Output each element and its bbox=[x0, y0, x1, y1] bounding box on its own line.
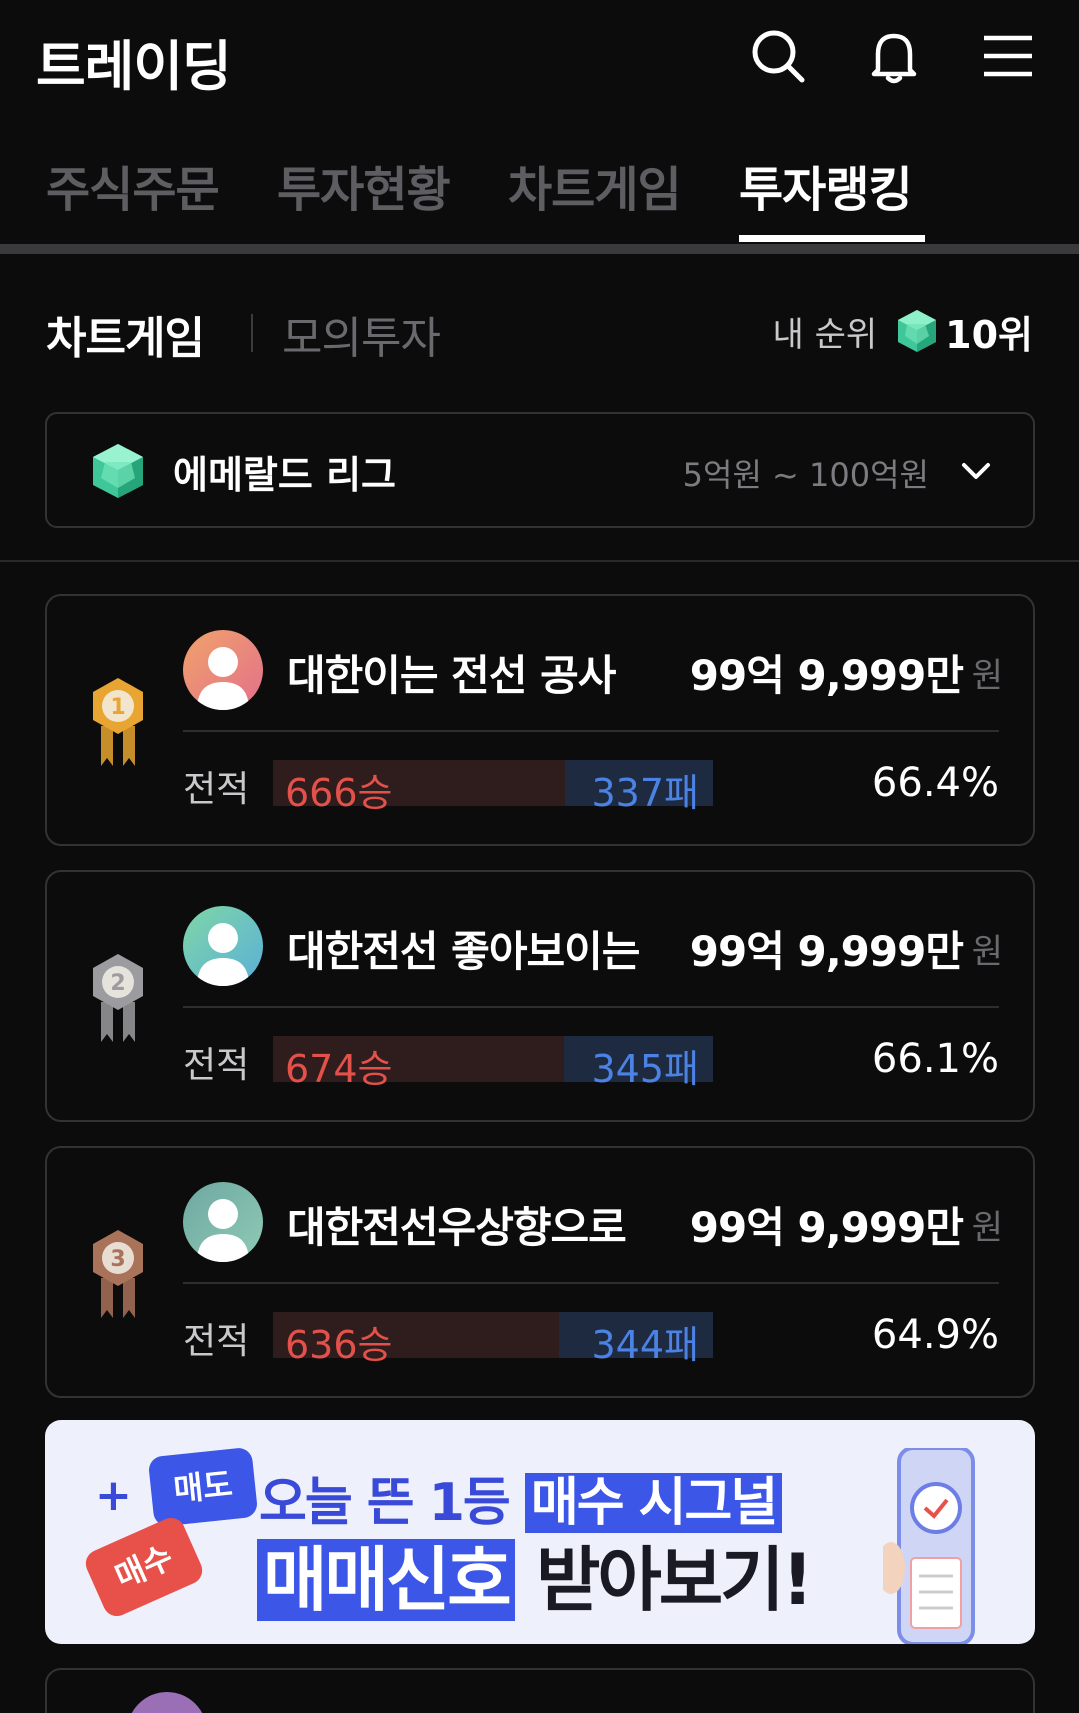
my-rank-label: 내 순위 bbox=[772, 314, 878, 355]
win-rate: 64.9% bbox=[871, 1312, 999, 1358]
bell-icon[interactable] bbox=[864, 26, 924, 86]
buy-bubble: 매수 bbox=[81, 1513, 207, 1621]
sell-bubble: 매도 bbox=[147, 1446, 259, 1528]
win-segment: 674승 bbox=[273, 1036, 564, 1091]
menu-icon[interactable] bbox=[978, 26, 1038, 86]
ranking-card[interactable]: 3 대한전선우상향으로 99억 9,999만 원전적 636승 344패 64.9% bbox=[45, 1146, 1035, 1398]
wins-count: 674승 bbox=[285, 1047, 393, 1091]
wins-count: 636승 bbox=[285, 1323, 393, 1367]
tab-stock-order[interactable]: 주식주문 bbox=[46, 150, 220, 220]
loss-segment: 337패 bbox=[565, 760, 713, 815]
section-divider bbox=[0, 560, 1079, 562]
losses-count: 345패 bbox=[591, 1047, 700, 1091]
league-name: 에메랄드 리그 bbox=[173, 453, 396, 497]
record-label: 전적 bbox=[183, 1045, 250, 1086]
losses-count: 337패 bbox=[591, 771, 700, 815]
plus-icon: + bbox=[95, 1470, 132, 1521]
active-tab-indicator bbox=[739, 235, 925, 242]
tab-investment-status[interactable]: 투자현황 bbox=[277, 150, 451, 220]
avatar bbox=[183, 906, 263, 986]
rank-medal-icon: 1 bbox=[93, 678, 143, 766]
asset-amount: 99억 9,999만 bbox=[689, 1203, 964, 1252]
avatar bbox=[183, 1182, 263, 1262]
avatar bbox=[183, 630, 263, 710]
subtab-mock-investment[interactable]: 모의투자 bbox=[282, 302, 441, 366]
avatar bbox=[127, 1692, 207, 1713]
banner-line2-suffix: 받아보기! bbox=[514, 1539, 814, 1621]
nickname: 대한전선 좋아보이는 bbox=[287, 927, 640, 976]
subtab-chart-game[interactable]: 차트게임 bbox=[46, 302, 205, 366]
sub-tabs: 차트게임 모의투자 내 순위 10위 bbox=[0, 290, 1079, 370]
my-rank-value: 10위 bbox=[945, 312, 1033, 357]
emerald-gem-icon bbox=[898, 310, 937, 352]
league-range: 5억원 ~ 100억원 bbox=[682, 456, 929, 494]
record-label: 전적 bbox=[183, 769, 250, 810]
app-header: 트레이딩 bbox=[0, 0, 1079, 120]
ranking-card[interactable]: 1 대한이는 전선 공사 99억 9,999만 원전적 666승 337패 66.4% bbox=[45, 594, 1035, 846]
nickname: 대한전선우상향으로 bbox=[287, 1203, 627, 1252]
win-loss-bar: 666승 337패 bbox=[273, 760, 713, 815]
loss-segment: 345패 bbox=[564, 1036, 713, 1091]
tabs-divider bbox=[0, 244, 1079, 254]
search-icon[interactable] bbox=[748, 26, 808, 86]
nickname: 대한이는 전선 공사 bbox=[287, 651, 616, 700]
rank-number: 1 bbox=[110, 695, 125, 720]
main-tabs: 주식주문 투자현황 차트게임 투자랭킹 bbox=[0, 130, 1079, 242]
page-title: 트레이딩 bbox=[36, 35, 232, 98]
card-divider bbox=[183, 730, 999, 732]
rank-number: 3 bbox=[110, 1247, 125, 1272]
record-label: 전적 bbox=[183, 1321, 250, 1362]
ranking-card[interactable]: 2 대한전선 좋아보이는 99억 9,999만 원전적 674승 345패 66.1% bbox=[45, 870, 1035, 1122]
rank-medal-icon: 2 bbox=[93, 954, 143, 1042]
currency-unit: 원 bbox=[971, 656, 1003, 696]
subtab-divider bbox=[251, 314, 253, 352]
card-divider bbox=[183, 1282, 999, 1284]
wins-count: 666승 bbox=[285, 771, 393, 815]
win-segment: 666승 bbox=[273, 760, 565, 815]
losses-count: 344패 bbox=[591, 1323, 700, 1367]
asset-amount: 99억 9,999만 bbox=[689, 927, 964, 976]
asset-amount: 99억 9,999만 bbox=[689, 651, 964, 700]
tab-investment-ranking[interactable]: 투자랭킹 bbox=[739, 150, 913, 220]
chevron-down-icon bbox=[962, 463, 990, 479]
win-rate: 66.4% bbox=[871, 760, 999, 806]
ranking-card-partial[interactable] bbox=[45, 1668, 1035, 1713]
tab-chart-game[interactable]: 차트게임 bbox=[508, 150, 682, 220]
card-divider bbox=[183, 1006, 999, 1008]
banner-line2-highlight: 매매신호 bbox=[257, 1539, 515, 1621]
win-loss-bar: 674승 345패 bbox=[273, 1036, 713, 1091]
loss-segment: 344패 bbox=[559, 1312, 713, 1367]
league-selector[interactable]: 에메랄드 리그 5억원 ~ 100억원 bbox=[45, 412, 1035, 528]
emerald-gem-icon bbox=[93, 444, 143, 498]
rank-medal-icon: 3 bbox=[93, 1230, 143, 1318]
banner-subheadline: 매매신호 받아보기! bbox=[257, 1524, 814, 1625]
my-rank: 내 순위 10위 bbox=[772, 306, 1033, 357]
rank-number: 2 bbox=[110, 971, 125, 996]
win-rate: 66.1% bbox=[871, 1036, 999, 1082]
promo-banner[interactable]: + 매도 매수 오늘 뜬 1등 매수 시그널 매매신호 받아보기! bbox=[45, 1420, 1035, 1644]
currency-unit: 원 bbox=[971, 1208, 1003, 1248]
win-segment: 636승 bbox=[273, 1312, 559, 1367]
phone-illustration bbox=[883, 1448, 975, 1644]
win-loss-bar: 636승 344패 bbox=[273, 1312, 713, 1367]
currency-unit: 원 bbox=[971, 932, 1003, 972]
